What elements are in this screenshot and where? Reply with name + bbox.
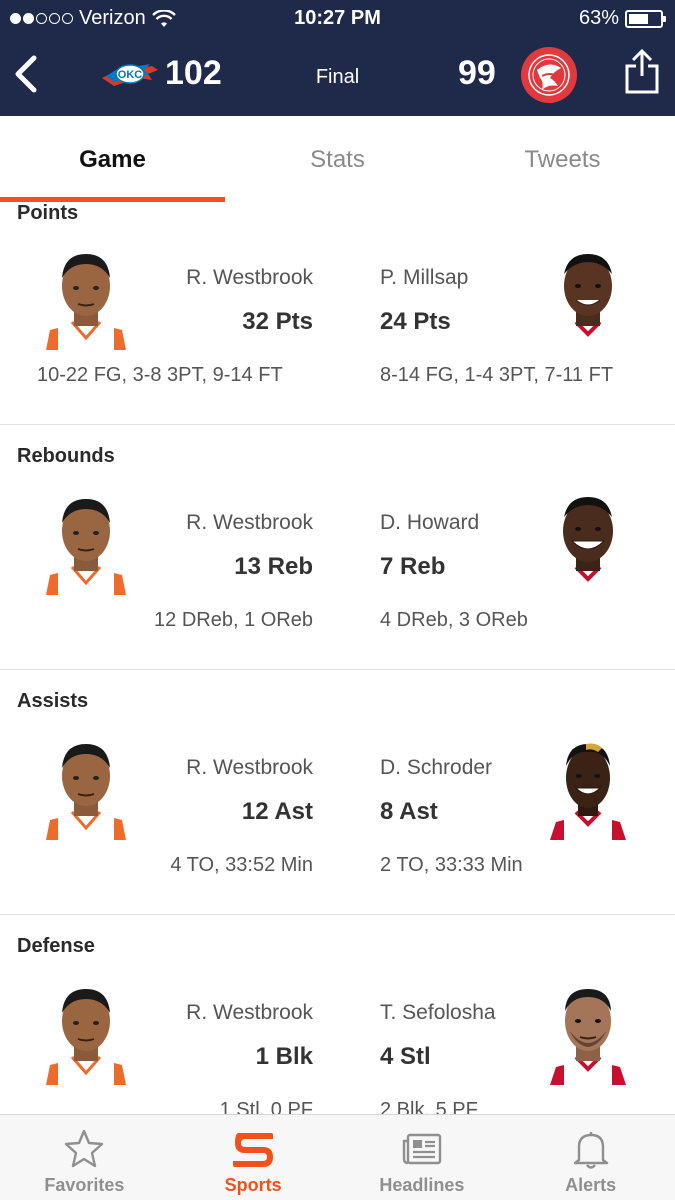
section-title: Rebounds [17, 445, 115, 467]
newspaper-icon [402, 1133, 442, 1165]
left-player-headshot [28, 495, 144, 595]
left-player-name: R. Westbrook [186, 1001, 313, 1024]
right-player-name: T. Sefolosha [380, 1001, 496, 1024]
right-player-detail: 8-14 FG, 1-4 3PT, 7-11 FT [380, 364, 614, 386]
right-player-stat: 8 Ast [380, 798, 438, 825]
section-assists: Assists R. Westbrook 12 Ast 4 TO, 33:52 … [0, 670, 675, 915]
right-player-name: P. Millsap [380, 266, 469, 289]
status-bar: Verizon 10:27 PM 63% [0, 0, 675, 38]
right-player-stat: 7 Reb [380, 553, 446, 580]
status-time: 10:27 PM [294, 7, 381, 29]
scoreboard: OKC 102 Final 99 [0, 38, 675, 116]
right-player-name: D. Schroder [380, 756, 493, 779]
left-player-stat: 12 Ast [241, 798, 313, 825]
section-title: Points [17, 204, 79, 224]
section-title: Defense [17, 935, 95, 957]
left-player-detail: 4 TO, 33:52 Min [170, 854, 313, 876]
section-defense: Defense R. Westbrook 1 Blk 1 Stl, 0 PF T… [0, 915, 675, 1116]
sports-logo-icon [233, 1133, 274, 1167]
left-player-detail: 12 DReb, 1 OReb [154, 609, 313, 631]
right-player-headshot [530, 250, 646, 350]
bottom-nav: Favorites Sports Headlines Alerts [0, 1114, 675, 1200]
tab-game[interactable]: Game [0, 116, 225, 204]
left-player-headshot [28, 740, 144, 840]
right-player-headshot [530, 495, 646, 595]
left-player-name: R. Westbrook [186, 756, 313, 779]
nav-label: Sports [224, 1175, 282, 1195]
right-player-name: D. Howard [380, 511, 480, 534]
top-bar: Verizon 10:27 PM 63% OKC 102 Final 99 [0, 0, 675, 116]
nav-alerts[interactable]: Alerts [506, 1115, 675, 1200]
left-player-detail: 10-22 FG, 3-8 3PT, 9-14 FT [37, 364, 283, 386]
left-player-stat: 13 Reb [234, 553, 313, 580]
bell-icon [573, 1132, 608, 1169]
star-icon [65, 1129, 104, 1168]
away-score: 99 [458, 54, 496, 92]
left-player-name: R. Westbrook [186, 266, 313, 289]
share-icon[interactable] [624, 48, 660, 96]
nav-favorites[interactable]: Favorites [0, 1115, 169, 1200]
battery-percent: 63% [578, 7, 619, 29]
right-player-stat: 24 Pts [380, 308, 451, 335]
left-player-name: R. Westbrook [186, 511, 313, 534]
tab-tweets[interactable]: Tweets [450, 116, 675, 204]
nav-label: Favorites [44, 1175, 125, 1195]
left-player-stat: 32 Pts [242, 308, 313, 335]
away-team-logo-icon [521, 47, 577, 103]
tab-bar: Game Stats Tweets [0, 116, 675, 204]
tab-stats[interactable]: Stats [225, 116, 450, 204]
section-points: Points R. Westbrook 32 Pts 10-22 FG, 3-8… [0, 204, 675, 425]
left-player-headshot [28, 250, 144, 350]
right-player-detail: 2 TO, 33:33 Min [380, 854, 523, 876]
nav-label: Alerts [565, 1175, 617, 1195]
right-player-headshot [530, 740, 646, 840]
nav-headlines[interactable]: Headlines [338, 1115, 507, 1200]
battery-icon [625, 9, 666, 28]
nav-sports[interactable]: Sports [169, 1115, 338, 1200]
nav-label: Headlines [379, 1175, 465, 1195]
leaders-list: Points R. Westbrook 32 Pts 10-22 FG, 3-8… [0, 204, 675, 1116]
section-rebounds: Rebounds R. Westbrook 13 Reb 12 DReb, 1 … [0, 425, 675, 670]
section-title: Assists [17, 690, 89, 712]
left-player-stat: 1 Blk [255, 1043, 313, 1070]
right-player-headshot [530, 985, 646, 1085]
left-player-headshot [28, 985, 144, 1085]
right-player-detail: 4 DReb, 3 OReb [380, 609, 528, 631]
battery-indicator: 63% [578, 7, 666, 30]
right-player-stat: 4 Stl [380, 1043, 431, 1070]
